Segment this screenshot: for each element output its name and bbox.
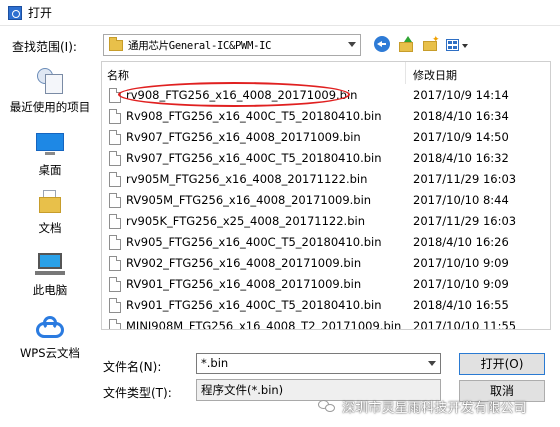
place-documents[interactable]: 文档 — [4, 187, 96, 236]
recent-items-icon — [35, 66, 65, 96]
file-row[interactable]: Rv908_FTG256_x16_400C_T5_20180410.bin 201… — [102, 106, 550, 127]
window-title: 打开 — [28, 6, 53, 20]
file-row[interactable]: RV901_FTG256_x16_4008_20171009.bin 2017/1… — [102, 274, 550, 295]
file-date: 2017/10/10 8:44 — [413, 193, 509, 207]
file-name: Rv907_FTG256_x16_400C_T5_20180410.bin — [126, 151, 382, 165]
file-date: 2017/10/9 14:50 — [413, 130, 509, 144]
this-pc-icon — [35, 249, 65, 279]
file-type-label: 文件类型(T): — [103, 386, 172, 400]
documents-folder-icon — [35, 187, 65, 217]
chevron-down-icon[interactable] — [428, 361, 436, 366]
file-date: 2017/10/9 14:14 — [413, 88, 509, 102]
place-label: 最近使用的项目 — [9, 100, 91, 114]
look-in-value: 通用芯片General-IC&PWM-IC — [128, 39, 272, 52]
file-row[interactable]: rv905K_FTG256_x25_4008_20171122.bin 2017/… — [102, 211, 550, 232]
column-headers: 名称 修改日期 — [102, 62, 550, 84]
file-icon — [109, 214, 121, 229]
place-label: 桌面 — [38, 163, 62, 177]
place-desktop[interactable]: 桌面 — [4, 129, 96, 178]
file-name: RV905M_FTG256_x16_4008_20171009.bin — [126, 193, 372, 207]
back-arrow-icon[interactable] — [374, 36, 390, 52]
file-date: 2017/11/29 16:03 — [413, 214, 517, 228]
file-date: 2017/11/29 16:03 — [413, 172, 517, 186]
file-row[interactable]: Rv907_FTG256_x16_400C_T5_20180410.bin 201… — [102, 148, 550, 169]
chevron-down-icon[interactable] — [348, 42, 356, 47]
file-icon — [109, 298, 121, 313]
file-name: MINI908M_FTG256_x16_4008_T2_20171009.bin — [126, 319, 402, 330]
file-name-value: *.bin — [201, 356, 229, 370]
file-date: 2018/4/10 16:34 — [413, 109, 509, 123]
watermark: 深圳市灵星雨科技开发有限公司 — [318, 396, 527, 416]
file-date: 2017/10/10 11:55 — [413, 319, 517, 330]
file-date: 2018/4/10 16:26 — [413, 235, 509, 249]
place-label: WPS云文档 — [19, 346, 81, 360]
file-name: RV902_FTG256_x16_4008_20171009.bin — [126, 256, 362, 270]
desktop-icon — [35, 129, 65, 159]
file-row[interactable]: rv905M_FTG256_x16_4008_20171122.bin 2017/… — [102, 169, 550, 190]
title-bar: 打开 — [0, 0, 560, 26]
app-icon — [8, 5, 22, 20]
places-bar: 最近使用的项目 桌面 文档 此电脑 WPS云文档 — [4, 62, 96, 372]
file-name: Rv901_FTG256_x16_400C_T5_20180410.bin — [126, 298, 382, 312]
file-icon — [109, 172, 121, 187]
file-name: Rv907_FTG256_x16_4008_20171009.bin — [126, 130, 361, 144]
open-button[interactable]: 打开(O) — [459, 353, 545, 375]
look-in-dropdown[interactable]: 通用芯片General-IC&PWM-IC — [103, 34, 361, 56]
file-row[interactable]: RV905M_FTG256_x16_4008_20171009.bin 2017/… — [102, 190, 550, 211]
file-date: 2018/4/10 16:55 — [413, 298, 509, 312]
file-name-input[interactable]: *.bin — [196, 353, 441, 374]
place-recent-items[interactable]: 最近使用的项目 — [4, 66, 96, 115]
file-icon — [109, 130, 121, 145]
file-name: Rv908_FTG256_x16_400C_T5_20180410.bin — [126, 109, 382, 123]
file-date: 2017/10/10 9:09 — [413, 277, 509, 291]
file-icon — [109, 277, 121, 292]
file-name-label: 文件名(N): — [103, 360, 162, 374]
place-wps-cloud[interactable]: WPS云文档 — [4, 314, 96, 361]
file-date: 2018/4/10 16:32 — [413, 151, 509, 165]
place-this-pc[interactable]: 此电脑 — [4, 249, 96, 298]
column-header-date[interactable]: 修改日期 — [413, 67, 457, 83]
file-icon — [109, 235, 121, 250]
folder-icon — [109, 36, 123, 51]
wps-cloud-icon — [34, 314, 66, 342]
column-divider[interactable] — [405, 62, 406, 84]
file-icon — [109, 193, 121, 208]
column-header-name[interactable]: 名称 — [107, 67, 129, 83]
file-date: 2017/10/10 9:09 — [413, 256, 509, 270]
file-icon — [109, 109, 121, 124]
file-row[interactable]: MINI908M_FTG256_x16_4008_T2_20171009.bin… — [102, 316, 550, 330]
file-icon — [109, 151, 121, 166]
place-label: 此电脑 — [32, 283, 68, 297]
file-name: Rv905_FTG256_x16_400C_T5_20180410.bin — [126, 235, 382, 249]
up-folder-icon[interactable] — [398, 36, 416, 54]
file-icon — [109, 256, 121, 271]
new-folder-icon[interactable]: ✦ — [422, 36, 440, 54]
file-name: rv905M_FTG256_x16_4008_20171122.bin — [126, 172, 368, 186]
file-row[interactable]: Rv907_FTG256_x16_4008_20171009.bin 2017/1… — [102, 127, 550, 148]
file-row[interactable]: RV902_FTG256_x16_4008_20171009.bin 2017/1… — [102, 253, 550, 274]
wechat-icon — [318, 399, 336, 413]
place-label: 文档 — [38, 221, 62, 235]
file-name: rv905K_FTG256_x25_4008_20171122.bin — [126, 214, 366, 228]
file-row[interactable]: Rv905_FTG256_x16_400C_T5_20180410.bin 201… — [102, 232, 550, 253]
highlight-annotation — [118, 82, 350, 107]
file-name: RV901_FTG256_x16_4008_20171009.bin — [126, 277, 362, 291]
file-icon — [109, 319, 121, 329]
watermark-text: 深圳市灵星雨科技开发有限公司 — [342, 400, 527, 416]
look-in-label: 查找范围(I): — [12, 40, 77, 54]
view-menu-icon[interactable] — [446, 36, 472, 54]
file-type-value: 程序文件(*.bin) — [201, 383, 284, 397]
file-row[interactable]: Rv901_FTG256_x16_400C_T5_20180410.bin 201… — [102, 295, 550, 316]
